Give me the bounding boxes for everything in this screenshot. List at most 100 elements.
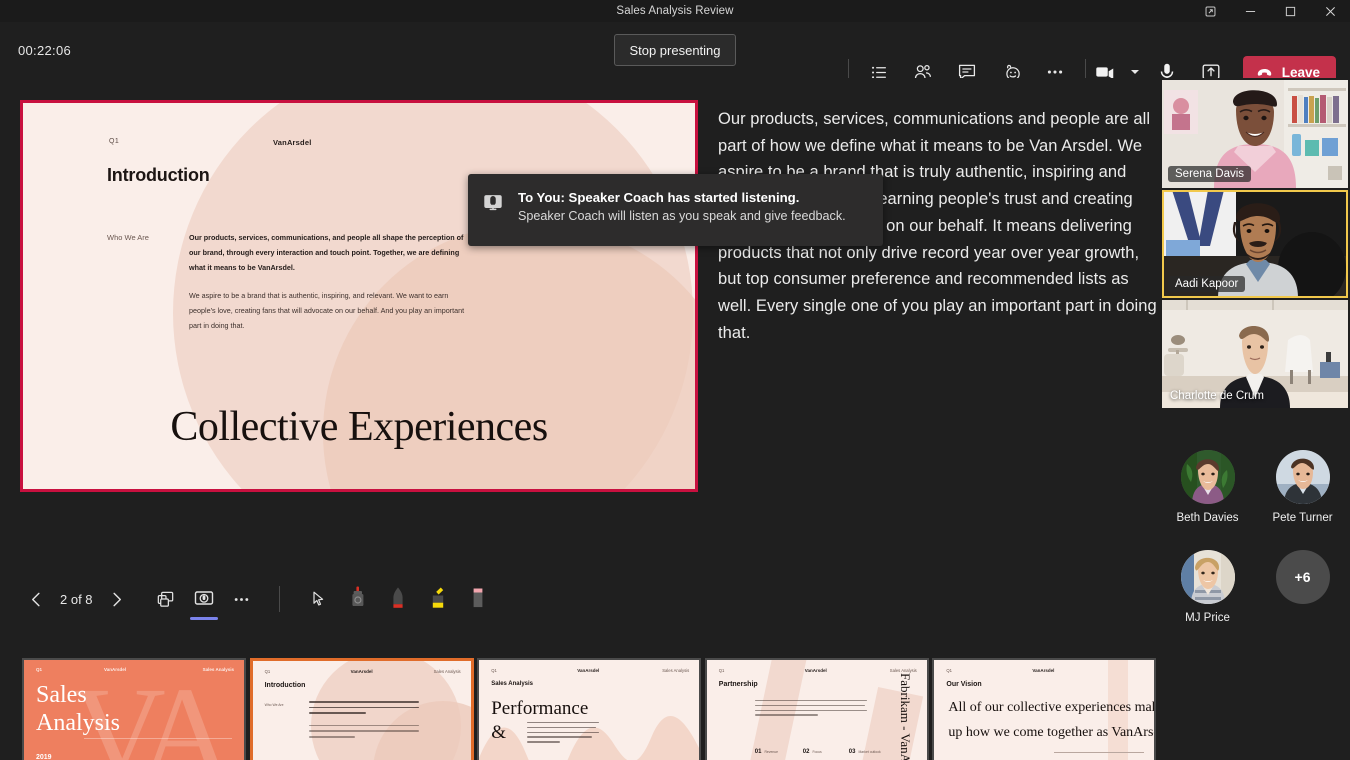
video-tile-aadi-kapoor[interactable]: Aadi Kapoor — [1162, 190, 1348, 298]
thumbnail-slide-2[interactable]: Q1 VanArsdel Sales Analysis Introduction… — [250, 658, 474, 760]
slide-paragraph-lead: Our products, services, communications, … — [189, 231, 469, 275]
close-icon[interactable] — [1310, 0, 1350, 22]
avatar-overflow[interactable]: +6 — [1255, 550, 1350, 624]
filmstrip-cell-3: Q1 VanArsdel Sales Analysis Sales Analys… — [477, 658, 705, 760]
slide-page-indicator: 2 of 8 — [52, 592, 101, 607]
avatar-name-pete-turner: Pete Turner — [1272, 512, 1332, 524]
avatar — [1276, 450, 1330, 504]
laser-pointer-tool[interactable] — [343, 582, 373, 616]
filmstrip-cell-1: VA Q1 VanArsdel Sales Analysis Sales Ana… — [22, 658, 250, 760]
avatar-row-2: MJ Price +6 — [1160, 550, 1350, 624]
cursor-tool[interactable] — [303, 582, 333, 616]
avatar-name-mj-price: MJ Price — [1185, 612, 1230, 624]
thumb3-brand2: Sales Analysis — [662, 668, 689, 673]
maximize-icon[interactable] — [1270, 0, 1310, 22]
video-tile-name-charlotte-de-crum: Charlotte de Crum — [1170, 390, 1264, 402]
thumb1-kicker: Q1 — [36, 667, 42, 672]
thumb2-kicker: Q1 — [265, 669, 271, 674]
speaker-coach-toast[interactable]: To You: Speaker Coach has started listen… — [468, 174, 883, 246]
participant-avatars: Beth Davies — [1160, 450, 1350, 624]
title-bar: Sales Analysis Review — [0, 0, 1350, 22]
thumb1-brand: VanArsdel — [104, 667, 126, 672]
thumbnail-slide-4[interactable]: Q1 VanArsdel Sales Analysis Partnership … — [705, 658, 929, 760]
eraser-tool[interactable] — [463, 582, 493, 616]
video-tile-name-aadi-kapoor: Aadi Kapoor — [1168, 276, 1245, 292]
next-slide-button[interactable] — [101, 583, 133, 615]
filmstrip-cell-4: Q1 VanArsdel Sales Analysis Partnership … — [705, 658, 933, 760]
thumb3-kicker: Q1 — [491, 668, 497, 673]
thumb4-stat-2: 02Focus — [803, 740, 822, 758]
presentation-stage: Q1 VanArsdel Introduction Who We Are Our… — [0, 78, 1160, 578]
thumbnail-slide-1[interactable]: VA Q1 VanArsdel Sales Analysis Sales Ana… — [22, 658, 246, 760]
minimize-icon[interactable] — [1230, 0, 1270, 22]
thumb3-brand: VanArsdel — [577, 668, 599, 673]
slide-more-options-icon[interactable] — [223, 580, 261, 618]
avatar-name-beth-davies: Beth Davies — [1176, 512, 1238, 524]
avatar-pete-turner[interactable]: Pete Turner — [1255, 450, 1350, 524]
thumbnail-slide-3[interactable]: Q1 VanArsdel Sales Analysis Sales Analys… — [477, 658, 701, 760]
window-controls — [1190, 0, 1350, 22]
thumb4-stat2-value: 02 — [803, 749, 810, 755]
thumb5-headline: All of our collective experiences make u… — [948, 696, 1156, 745]
filmstrip-cell-5: Q1 VanArsdel Our Vision All of our colle… — [932, 658, 1160, 760]
red-pen-tool[interactable] — [383, 582, 413, 616]
thumb5-title: Our Vision — [946, 681, 981, 688]
presenter-view-icon[interactable] — [185, 580, 223, 618]
thumb4-stat1-label: Revenue — [764, 750, 778, 754]
thumb1-year: 2019 — [36, 754, 52, 760]
toast-title: To You: Speaker Coach has started listen… — [518, 190, 846, 205]
pop-out-icon[interactable] — [1190, 0, 1230, 22]
thumb2-section-label: Who We Are — [265, 703, 284, 707]
stop-presenting-button[interactable]: Stop presenting — [614, 34, 735, 66]
thumb4-vertical-title: Fabrikam - VanArsdel — [897, 673, 913, 760]
thumb4-stat3-label: Market outlook — [858, 750, 880, 754]
current-slide[interactable]: Q1 VanArsdel Introduction Who We Are Our… — [20, 100, 698, 492]
avatar — [1181, 450, 1235, 504]
video-tile-charlotte-de-crum[interactable]: Charlotte de Crum — [1162, 300, 1348, 408]
thumb2-title: Introduction — [265, 682, 306, 689]
slide-controls-divider — [279, 586, 280, 612]
thumb4-stat3-value: 03 — [849, 749, 856, 755]
thumb1-rule — [84, 738, 232, 739]
previous-slide-button[interactable] — [20, 583, 52, 615]
thumb1-brand2: Sales Analysis — [203, 667, 234, 672]
filmstrip-cell-2: Q1 VanArsdel Sales Analysis Introduction… — [250, 658, 478, 760]
avatar-overflow-count: +6 — [1276, 550, 1330, 604]
avatar-row-1: Beth Davies — [1160, 450, 1350, 524]
thumb1-title-line2: Analysis — [36, 710, 120, 738]
avatar-beth-davies[interactable]: Beth Davies — [1160, 450, 1255, 524]
teams-meeting-window: Sales Analysis Review 00:22:06 Stop pres… — [0, 0, 1350, 760]
thumb4-stat-3: 03Market outlook — [849, 740, 881, 758]
video-tile-serena-davis[interactable]: Serena Davis — [1162, 80, 1348, 188]
video-tile-name-serena-davis: Serena Davis — [1168, 166, 1251, 182]
thumb3-big2: & — [491, 722, 506, 744]
toast-subtitle: Speaker Coach will listen as you speak a… — [518, 209, 846, 223]
thumb4-body-lines — [755, 700, 867, 719]
slide-filmstrip[interactable]: VA Q1 VanArsdel Sales Analysis Sales Ana… — [0, 658, 1160, 760]
thumb2-brand: VanArsdel — [351, 669, 373, 674]
avatar-mj-price[interactable]: MJ Price — [1160, 550, 1255, 624]
thumb5-rule — [1054, 752, 1144, 753]
thumb4-stat1-value: 01 — [755, 749, 762, 755]
window-title: Sales Analysis Review — [616, 5, 733, 17]
slide-headline: Collective Experiences — [23, 403, 695, 451]
all-slides-grid-icon[interactable] — [147, 580, 185, 618]
thumb4-brand: VanArsdel — [805, 668, 827, 673]
slide-brand: VanArsdel — [273, 138, 311, 147]
thumb3-big1: Performance — [491, 698, 588, 720]
slide-body: Our products, services, communications, … — [189, 231, 469, 334]
thumb5-brand: VanArsdel — [1032, 668, 1054, 673]
chevron-down-icon[interactable] — [1127, 67, 1143, 77]
thumb3-title: Sales Analysis — [491, 681, 533, 687]
slide-title: Introduction — [107, 165, 210, 186]
speaker-coach-icon — [482, 191, 504, 213]
thumb4-kicker: Q1 — [719, 668, 725, 673]
participant-roster: Serena Davis — [1160, 78, 1350, 760]
thumb3-body-lines — [527, 722, 599, 746]
thumb4-title: Partnership — [719, 681, 758, 688]
yellow-highlighter-tool[interactable] — [423, 582, 453, 616]
thumb2-brand2: Sales Analysis — [434, 669, 461, 674]
avatar — [1181, 550, 1235, 604]
thumbnail-slide-5[interactable]: Q1 VanArsdel Our Vision All of our colle… — [932, 658, 1156, 760]
thumb1-title: Sales Analysis — [36, 682, 120, 737]
